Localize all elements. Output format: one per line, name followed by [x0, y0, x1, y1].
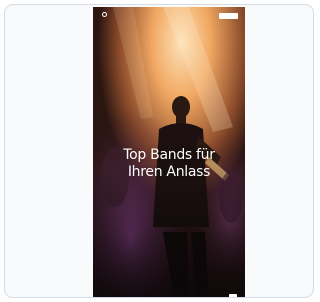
header-cta-button[interactable]: [219, 13, 238, 19]
hero-headline-line-2: Ihren Anlass: [127, 164, 211, 180]
main-navigation: [148, 15, 176, 18]
nav-item[interactable]: [172, 15, 176, 18]
mobile-page-preview: Top Bands für Ihren Anlass: [93, 7, 245, 297]
nav-item[interactable]: [148, 15, 152, 18]
site-header: [93, 7, 245, 29]
nav-item[interactable]: [164, 15, 167, 18]
logo-wordmark: [109, 12, 119, 17]
hero-headline: Top Bands für Ihren Anlass: [93, 147, 245, 181]
hero-headline-line-1: Top Bands für: [123, 147, 215, 163]
screenshot-card: Top Bands für Ihren Anlass: [4, 4, 314, 298]
circle-mark-icon: [102, 12, 107, 17]
nav-item[interactable]: [156, 15, 160, 18]
site-logo[interactable]: [102, 12, 119, 17]
cookie-accept-button[interactable]: [229, 294, 237, 297]
